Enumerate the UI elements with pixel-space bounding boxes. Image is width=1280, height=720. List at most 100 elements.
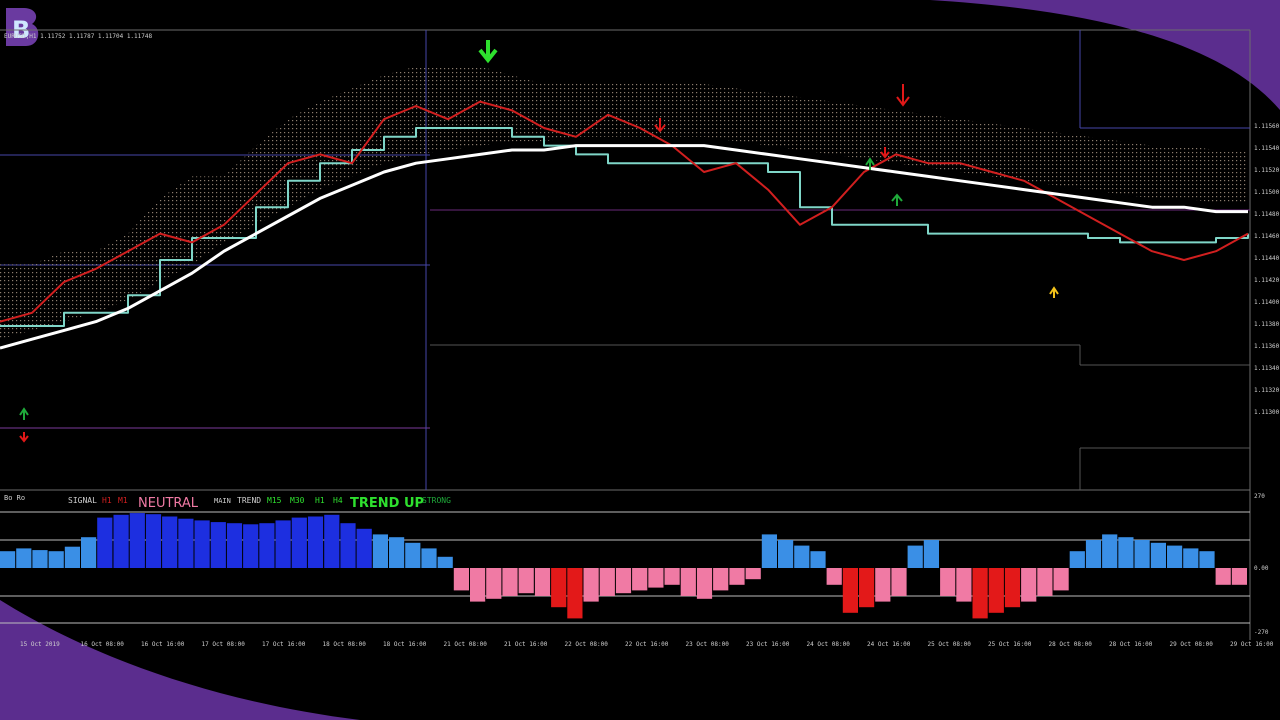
time-tick-label: 24 Oct 16:00	[867, 641, 911, 648]
level-top: 270	[1254, 493, 1265, 500]
time-tick-label: 29 Oct 16:00	[1230, 641, 1274, 648]
time-tick-label: 29 Oct 08:00	[1170, 641, 1214, 648]
time-tick-label: 22 Oct 08:00	[565, 641, 609, 648]
histogram-bar	[453, 568, 469, 591]
histogram-bar	[615, 568, 632, 594]
histogram-bar	[178, 518, 194, 568]
price-tick-label: 1.11420	[1254, 277, 1280, 284]
histogram-bar	[729, 568, 745, 585]
histogram-bar	[923, 540, 939, 568]
time-tick-label: 23 Oct 08:00	[686, 641, 730, 648]
trend-tf-h4: H4	[333, 496, 343, 505]
histogram-bar	[64, 546, 80, 568]
histogram-bar	[956, 568, 972, 602]
signal-tf-h1: H1	[102, 496, 112, 505]
time-tick-label: 18 Oct 16:00	[383, 641, 427, 648]
histogram-bar	[1134, 540, 1150, 568]
time-tick-label: 28 Oct 08:00	[1049, 641, 1093, 648]
time-tick-label: 25 Oct 16:00	[988, 641, 1032, 648]
histogram-bar	[599, 568, 615, 596]
histogram-bar	[0, 551, 16, 568]
indicator-title: Bo Ro	[4, 494, 25, 502]
price-tick-label: 1.11440	[1254, 255, 1280, 262]
time-axis: 15 Oct 2019 16 Oct 08:00 16 Oct 16:00 17 Oc…	[20, 641, 1274, 648]
histogram-bar	[859, 568, 875, 608]
time-tick-label: 22 Oct 16:00	[625, 641, 669, 648]
price-tick-label: 1.11300	[1254, 409, 1280, 416]
histogram-bar	[437, 556, 453, 568]
trend-tf-m15: M15	[267, 496, 282, 505]
price-tick-label: 1.11520	[1254, 167, 1280, 174]
histogram-bar	[1021, 568, 1037, 602]
histogram-bar	[324, 514, 340, 568]
price-tick-label: 1.11560	[1254, 123, 1280, 130]
histogram-bar	[16, 548, 32, 568]
price-tick-label: 1.11320	[1254, 387, 1280, 394]
histogram-bar	[696, 568, 713, 599]
histogram-bar	[502, 568, 518, 596]
time-tick-label: 28 Oct 16:00	[1109, 641, 1153, 648]
histogram-bar	[567, 568, 583, 619]
price-tick-label: 1.11380	[1254, 321, 1280, 328]
histogram-bar	[421, 548, 437, 568]
histogram-bar	[1150, 542, 1166, 568]
histogram-bar	[794, 545, 810, 568]
time-tick-label: 21 Oct 08:00	[444, 641, 488, 648]
histogram-bar	[664, 568, 680, 585]
trend-tf-m30: M30	[290, 496, 305, 505]
histogram-bar	[470, 568, 486, 602]
histogram-bar	[32, 550, 48, 568]
chart-stage: B EURUSD,H1 1.11752 1.11787 1.11704 1.11…	[0, 0, 1280, 720]
histogram-bar	[713, 568, 729, 591]
histogram-bar	[389, 537, 405, 568]
time-tick-label: 18 Oct 08:00	[323, 641, 367, 648]
histogram-bar	[48, 551, 64, 568]
histogram-bar	[194, 520, 210, 568]
trend-state: TREND UP	[350, 496, 424, 511]
histogram-bar	[1215, 568, 1231, 585]
histogram-bar	[891, 568, 907, 596]
histogram-bar	[113, 514, 129, 568]
price-tick-label: 1.11360	[1254, 343, 1280, 350]
level-zero: 0.00	[1254, 565, 1269, 572]
histogram-bar	[534, 568, 551, 596]
histogram-bar	[1085, 540, 1102, 568]
histogram-bar	[972, 568, 988, 619]
histogram-bar	[1231, 568, 1247, 585]
histogram-bar	[356, 528, 372, 568]
histogram-bar	[907, 545, 923, 568]
histogram-bar	[291, 517, 307, 568]
level-bottom: -270	[1254, 629, 1269, 636]
time-tick-label: 17 Oct 08:00	[202, 641, 246, 648]
time-tick-label: 16 Oct 08:00	[81, 641, 125, 648]
histogram-bar	[745, 568, 761, 580]
histogram-bar	[243, 524, 259, 568]
brand-logo: B	[6, 8, 39, 46]
time-tick-label: 24 Oct 08:00	[807, 641, 851, 648]
histogram-bar	[551, 568, 567, 608]
price-tick-label: 1.11500	[1254, 189, 1280, 196]
price-tick-label: 1.11340	[1254, 365, 1280, 372]
histogram-bar	[97, 517, 113, 568]
strength-label: STRONG	[422, 496, 451, 505]
histogram-bar	[810, 551, 826, 568]
histogram-bar	[1004, 568, 1021, 608]
time-tick-label: 23 Oct 16:00	[746, 641, 790, 648]
histogram-bar	[1167, 545, 1183, 568]
histogram-bar	[1037, 568, 1053, 596]
histogram-bar	[1102, 534, 1118, 568]
histogram-bar	[761, 534, 777, 568]
histogram-bar	[648, 568, 664, 588]
time-tick-label: 21 Oct 16:00	[504, 641, 548, 648]
trend-label: TREND	[237, 496, 261, 505]
histogram-bar	[372, 534, 388, 568]
histogram-bar	[162, 516, 178, 568]
histogram-bar	[1069, 551, 1085, 568]
price-tick-label: 1.11400	[1254, 299, 1280, 306]
histogram-bar	[259, 523, 275, 568]
histogram-bar	[210, 522, 226, 568]
time-tick-label: 16 Oct 16:00	[141, 641, 185, 648]
signal-state: NEUTRAL	[138, 496, 199, 511]
main-label: MAIN	[214, 497, 231, 505]
histogram-bar	[129, 513, 145, 568]
